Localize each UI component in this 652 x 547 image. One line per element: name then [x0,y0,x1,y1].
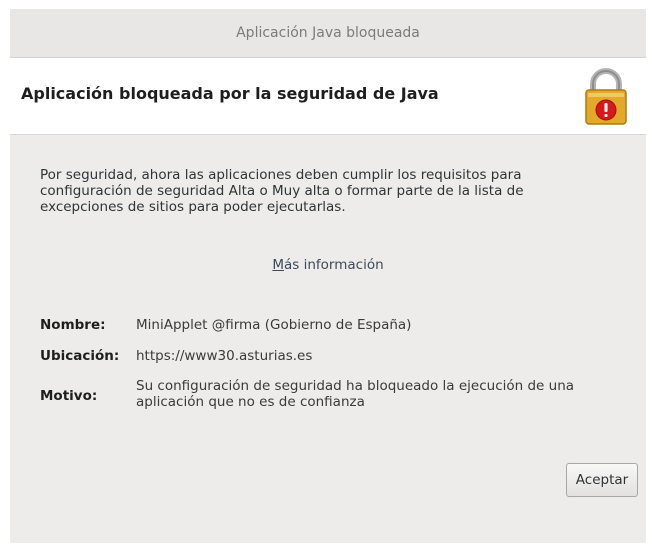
reason-label: Motivo: [40,388,98,404]
header-title: Aplicación bloqueada por la seguridad de… [21,84,439,103]
name-label: Nombre: [40,317,106,333]
more-info-label: ás información [284,257,384,273]
message-line: Por seguridad, ahora las aplicaciones de… [40,167,522,183]
java-blocked-dialog: Aplicación Java bloqueada Aplicación blo… [10,9,646,543]
dialog-header: Aplicación bloqueada por la seguridad de… [10,58,646,135]
lock-warning-icon [585,68,627,125]
reason-line: aplicación que no es de confianza [136,394,365,410]
window-titlebar[interactable]: Aplicación Java bloqueada [10,9,646,58]
window-title: Aplicación Java bloqueada [236,25,420,41]
accept-button[interactable]: Aceptar [566,463,638,497]
more-info-link[interactable]: Más información [10,257,646,273]
reason-value: Su configuración de seguridad ha bloquea… [136,378,630,410]
message-line: configuración de seguridad Alta o Muy al… [40,183,524,199]
reason-line: Su configuración de seguridad ha bloquea… [136,378,575,394]
name-value: MiniApplet @firma (Gobierno de España) [136,317,412,333]
more-info-mnemonic: M [272,257,284,273]
security-message: Por seguridad, ahora las aplicaciones de… [40,167,620,215]
location-label: Ubicación: [40,348,120,364]
message-line: excepciones de sitios para poder ejecuta… [40,199,346,215]
location-value: https://www30.asturias.es [136,348,313,364]
